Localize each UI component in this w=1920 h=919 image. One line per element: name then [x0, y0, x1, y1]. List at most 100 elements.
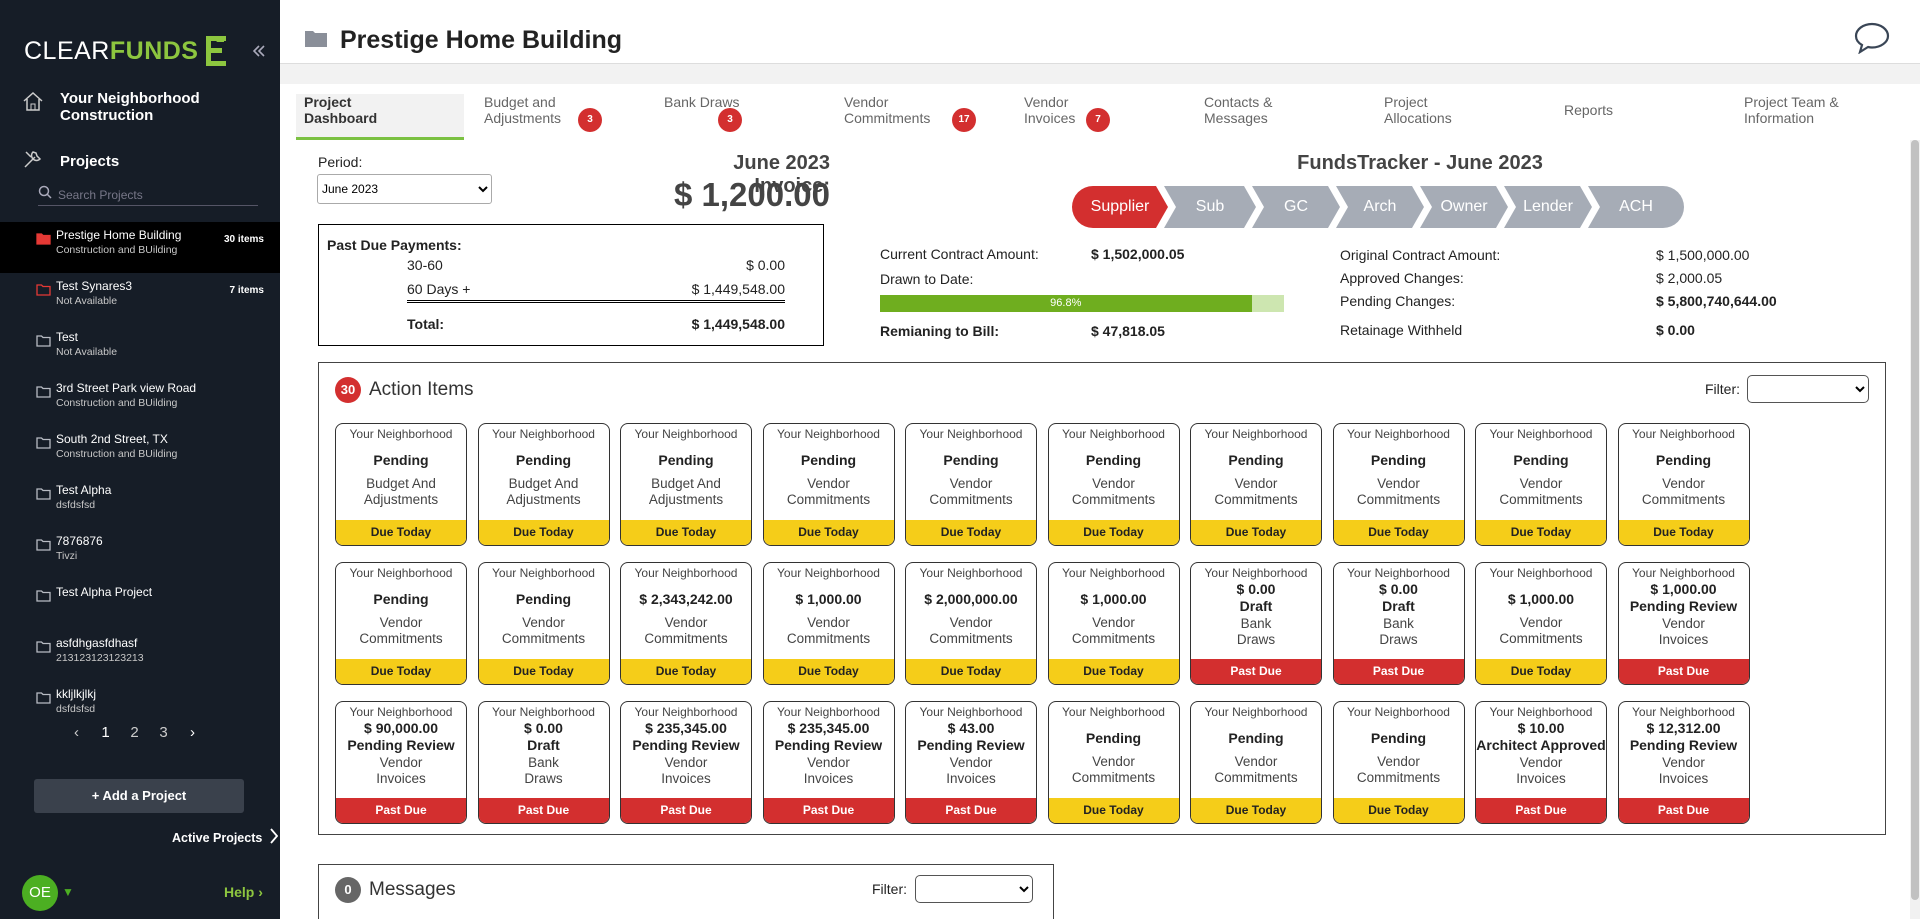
prev-page-icon[interactable]: ‹	[62, 724, 91, 741]
project-item[interactable]: Test Alpha dsfdsfsd	[0, 477, 280, 528]
collapse-sidebar-icon[interactable]	[252, 42, 266, 63]
page-2[interactable]: 2	[120, 724, 149, 741]
action-item-card[interactable]: Your Neighborhood $ 1,000.00 Vendor Commitm…	[762, 562, 895, 685]
action-filter-select[interactable]	[1747, 375, 1869, 403]
action-item-status: Draft	[527, 737, 560, 753]
funds-step-supplier[interactable]: Supplier	[1072, 186, 1168, 228]
project-name: Prestige Home Building	[56, 228, 182, 242]
filter-label: Filter:	[1705, 381, 1740, 397]
project-item[interactable]: Test Not Available	[0, 324, 280, 375]
tab-2[interactable]: Bank Draws 3	[664, 94, 836, 140]
clearfunds-logo[interactable]: CLEAR FUNDS	[24, 34, 230, 68]
page-title: Prestige Home Building	[304, 26, 622, 55]
action-item-card[interactable]: Your Neighborhood Pending Budget And Adjust…	[335, 423, 467, 546]
action-item-card[interactable]: Your Neighborhood $ 10.00 Architect Approv…	[1475, 701, 1607, 824]
tab-4[interactable]: Vendor Invoices 7	[1024, 94, 1196, 140]
period-select[interactable]: June 2023	[317, 174, 492, 204]
chat-icon[interactable]	[1854, 22, 1890, 59]
project-name: kkljlkjlkj	[56, 687, 96, 701]
funds-step-lender[interactable]: Lender	[1504, 186, 1592, 228]
messages-filter-select[interactable]	[915, 875, 1033, 903]
action-item-card[interactable]: Your Neighborhood $ 235,345.00 Pending Rev…	[620, 701, 752, 824]
project-item[interactable]: 3rd Street Park view Road Construction an…	[0, 375, 280, 426]
project-name: Test Synares3	[56, 279, 133, 293]
tab-3[interactable]: Vendor Commitments 17	[844, 94, 1016, 140]
action-item-card[interactable]: Your Neighborhood $ 1,000.00 Vendor Commitm…	[1047, 562, 1180, 685]
action-item-card[interactable]: Your Neighborhood Pending Vendor Commitment…	[762, 423, 895, 546]
tab-1[interactable]: Budget and Adjustments 3	[484, 94, 656, 140]
remaining-value: $ 47,818.05	[1091, 323, 1165, 339]
action-item-card[interactable]: Your Neighborhood Pending Vendor Commitment…	[1047, 423, 1180, 546]
action-item-status: Pending	[515, 452, 572, 468]
project-item[interactable]: South 2nd Street, TX Construction and BUi…	[0, 426, 280, 477]
tab-0[interactable]: Project Dashboard	[296, 94, 464, 140]
project-item[interactable]: Test Synares3 Not Available 7 items	[0, 273, 280, 324]
action-item-card[interactable]: Your Neighborhood $ 2,000,000.00 Vendor Com…	[905, 562, 1037, 685]
action-item-company: Your Neighborhood	[1632, 566, 1735, 580]
active-projects-link[interactable]: Active Projects	[172, 828, 279, 847]
action-item-card[interactable]: Your Neighborhood Pending Vendor Commitment…	[1190, 423, 1322, 546]
project-item[interactable]: asfdhgasfdhasf 213123123123213	[0, 630, 280, 681]
tab-6[interactable]: Project Allocations	[1384, 94, 1556, 140]
tab-7[interactable]: Reports	[1564, 94, 1736, 140]
action-item-card[interactable]: Your Neighborhood $ 0.00 Draft Bank Draws Pas…	[1190, 562, 1322, 685]
project-subtitle: Construction and BUilding	[56, 448, 178, 460]
action-item-card[interactable]: Your Neighborhood $ 235,345.00 Pending Rev…	[762, 701, 895, 824]
add-project-button[interactable]: + Add a Project	[34, 779, 244, 813]
action-item-due: Due Today	[336, 659, 466, 684]
action-item-card[interactable]: Your Neighborhood Pending Vendor Commitment…	[905, 423, 1037, 546]
action-item-due: Due Today	[1191, 520, 1321, 545]
scrollbar-thumb[interactable]	[1911, 140, 1919, 900]
funds-step-ach[interactable]: ACH	[1588, 186, 1684, 228]
action-item-status: $ 1,000.00	[1080, 591, 1147, 607]
action-item-card[interactable]: Your Neighborhood Pending Budget And Adjust…	[620, 423, 752, 546]
user-avatar[interactable]: OE	[22, 875, 58, 911]
action-item-card[interactable]: Your Neighborhood $ 1,000.00 Vendor Commitm…	[1475, 562, 1607, 685]
past-due-heading: Past Due Payments:	[327, 237, 462, 253]
action-item-type: Budget And Adjustments	[506, 476, 581, 507]
action-item-card[interactable]: Your Neighborhood $ 43.00 Pending Review Ve…	[905, 701, 1037, 824]
action-item-card[interactable]: Your Neighborhood Pending Vendor Commitment…	[1332, 423, 1465, 546]
page-1[interactable]: 1	[91, 724, 120, 741]
project-item[interactable]: 7876876 Tivzi	[0, 528, 280, 579]
main-scrollbar[interactable]	[1910, 140, 1920, 919]
tab-8[interactable]: Project Team & Information	[1744, 94, 1916, 140]
project-name: 7876876	[56, 534, 103, 548]
action-item-card[interactable]: Your Neighborhood Pending Vendor Commitment…	[1332, 701, 1465, 824]
action-item-card[interactable]: Your Neighborhood Pending Vendor Commitment…	[1047, 701, 1180, 824]
action-item-card[interactable]: Your Neighborhood $ 1,000.00 Pending Revie…	[1617, 562, 1750, 685]
folder-icon	[36, 436, 51, 454]
tab-badge: 17	[952, 108, 976, 132]
action-item-card[interactable]: Your Neighborhood $ 90,000.00 Pending Revi…	[335, 701, 467, 824]
action-item-card[interactable]: Your Neighborhood $ 12,312.00 Pending Revi…	[1617, 701, 1750, 824]
action-item-card[interactable]: Your Neighborhood $ 0.00 Draft Bank Draws Pas…	[1332, 562, 1465, 685]
action-item-card[interactable]: Your Neighborhood Pending Vendor Commitment…	[477, 562, 610, 685]
project-item[interactable]: Prestige Home Building Construction and B…	[0, 222, 280, 273]
next-page-icon[interactable]: ›	[178, 724, 207, 741]
action-item-card[interactable]: Your Neighborhood Pending Vendor Commitment…	[1617, 423, 1750, 546]
funds-step-owner[interactable]: Owner	[1420, 186, 1508, 228]
page-3[interactable]: 3	[149, 724, 178, 741]
action-item-card[interactable]: Your Neighborhood Pending Vendor Commitment…	[1475, 423, 1607, 546]
action-item-card[interactable]: Your Neighborhood Pending Vendor Commitment…	[335, 562, 467, 685]
action-item-type: Vendor Invoices	[661, 755, 711, 786]
caret-down-icon[interactable]: ▼	[62, 885, 74, 899]
action-item-type: Vendor Commitments	[1214, 754, 1298, 785]
help-link[interactable]: Help ›	[224, 884, 263, 900]
action-item-card[interactable]: Your Neighborhood Pending Budget And Adjust…	[477, 423, 610, 546]
action-item-card[interactable]: Your Neighborhood $ 0.00 Draft Bank Draws Pas…	[477, 701, 610, 824]
projects-heading[interactable]: Projects	[22, 148, 119, 175]
tab-5[interactable]: Contacts & Messages	[1204, 94, 1376, 140]
search-projects-input[interactable]	[58, 187, 248, 202]
action-item-card[interactable]: Your Neighborhood $ 2,343,242.00 Vendor Com…	[620, 562, 752, 685]
action-item-company: Your Neighborhood	[349, 705, 453, 719]
funds-step-sub[interactable]: Sub	[1164, 186, 1256, 228]
funds-step-arch[interactable]: Arch	[1336, 186, 1424, 228]
action-item-due: Due Today	[906, 659, 1036, 684]
project-item[interactable]: Test Alpha Project	[0, 579, 280, 630]
company-link[interactable]: Your Neighborhood Construction	[22, 90, 240, 124]
funds-step-gc[interactable]: GC	[1252, 186, 1340, 228]
action-item-status: Pending	[1085, 730, 1142, 746]
action-item-card[interactable]: Your Neighborhood Pending Vendor Commitment…	[1190, 701, 1322, 824]
action-item-due: Due Today	[478, 659, 609, 684]
